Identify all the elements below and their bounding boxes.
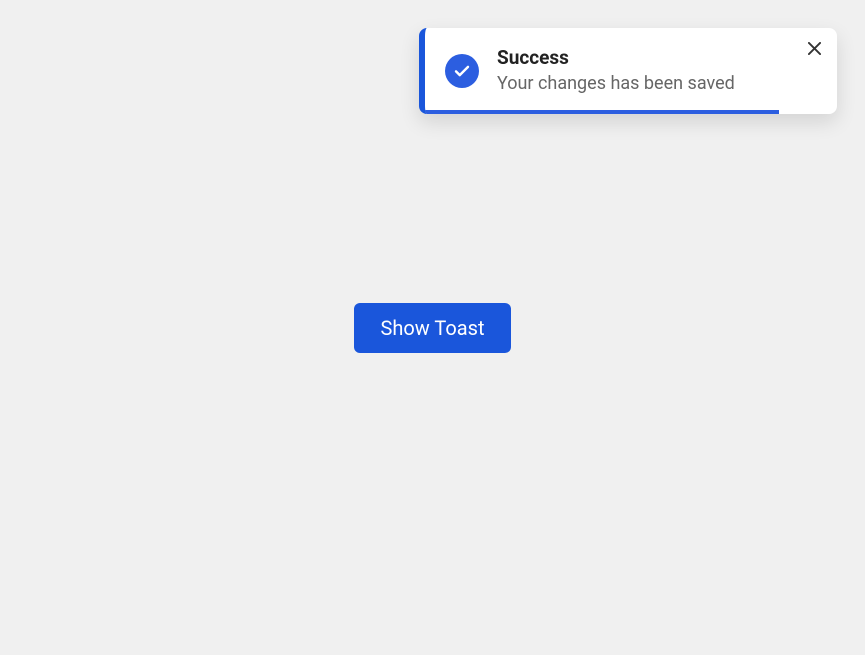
show-toast-button[interactable]: Show Toast (354, 303, 510, 353)
close-icon[interactable] (806, 40, 823, 57)
toast-title: Success (497, 46, 817, 71)
toast-content: Success Your changes has been saved (497, 46, 817, 96)
toast-message: Your changes has been saved (497, 71, 817, 96)
check-icon (445, 54, 479, 88)
toast-progress-bar (425, 110, 779, 114)
toast-notification: Success Your changes has been saved (419, 28, 837, 114)
